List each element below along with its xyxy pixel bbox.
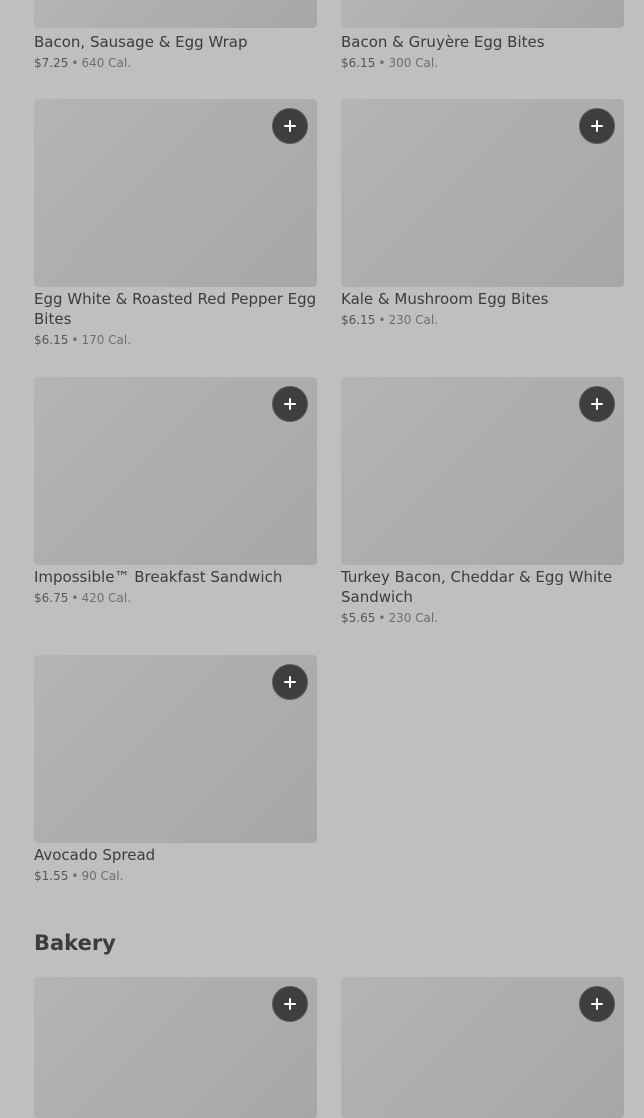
item-meta: $6.15 • 300 Cal. — [341, 55, 624, 71]
item-image[interactable] — [341, 977, 624, 1118]
item-name: Impossible™ Breakfast Sandwich — [34, 568, 283, 586]
plus-icon — [284, 676, 296, 688]
item-image[interactable] — [34, 655, 317, 843]
menu-item-card[interactable]: Impossible™ Breakfast Sandwich $6.75 • 420… — [34, 377, 317, 606]
item-calories: 420 Cal. — [81, 591, 132, 605]
item-meta: $6.15 • 230 Cal. — [341, 312, 624, 328]
separator-dot: • — [378, 611, 386, 625]
menu-item-card[interactable]: Kale & Mushroom Egg Bites $6.15 • 230 Cal. — [341, 99, 624, 328]
plus-icon — [284, 998, 296, 1010]
item-price: $5.65 — [341, 611, 376, 625]
menu-item-card[interactable]: Turkey Bacon, Cheddar & Egg White Sandwi… — [341, 377, 624, 626]
add-item-button[interactable] — [579, 108, 615, 144]
item-price: $6.15 — [34, 333, 69, 347]
menu-item-card[interactable]: Bacon & Gruyère Egg Bites $6.15 • 300 Cal. — [341, 0, 624, 71]
menu-item-card[interactable]: Avocado Spread $1.55 • 90 Cal. — [34, 655, 317, 884]
item-price: $1.55 — [34, 869, 69, 883]
item-calories: 300 Cal. — [388, 56, 439, 70]
item-calories: 640 Cal. — [81, 56, 132, 70]
item-name: Egg White & Roasted Red Pepper Egg Bites — [34, 290, 317, 328]
item-image[interactable] — [341, 377, 624, 565]
item-price: $6.15 — [341, 313, 376, 327]
item-name: Bacon & Gruyère Egg Bites — [341, 33, 545, 51]
item-price: $7.25 — [34, 56, 69, 70]
plus-icon — [284, 398, 296, 410]
item-meta: $6.15 • 170 Cal. — [34, 332, 317, 348]
separator-dot: • — [378, 56, 386, 70]
item-image[interactable] — [34, 99, 317, 287]
separator-dot: • — [71, 591, 79, 605]
menu-item-card[interactable] — [34, 977, 317, 1118]
section-title-bakery: Bakery — [34, 931, 116, 955]
item-image[interactable] — [341, 99, 624, 287]
add-item-button[interactable] — [272, 386, 308, 422]
item-calories: 230 Cal. — [388, 313, 439, 327]
plus-icon — [591, 398, 603, 410]
separator-dot: • — [71, 333, 79, 347]
item-image[interactable] — [34, 0, 317, 28]
item-meta: $7.25 • 640 Cal. — [34, 55, 317, 71]
item-name: Bacon, Sausage & Egg Wrap — [34, 33, 248, 51]
menu-item-card[interactable]: Bacon, Sausage & Egg Wrap $7.25 • 640 Cal. — [34, 0, 317, 71]
item-image[interactable] — [341, 0, 624, 28]
add-item-button[interactable] — [272, 664, 308, 700]
item-price: $6.75 — [34, 591, 69, 605]
item-calories: 230 Cal. — [388, 611, 439, 625]
item-name: Avocado Spread — [34, 846, 156, 864]
add-item-button[interactable] — [272, 986, 308, 1022]
plus-icon — [284, 120, 296, 132]
add-item-button[interactable] — [272, 108, 308, 144]
add-item-button[interactable] — [579, 386, 615, 422]
separator-dot: • — [378, 313, 386, 327]
menu-item-card[interactable] — [341, 977, 624, 1118]
plus-icon — [591, 120, 603, 132]
add-item-button[interactable] — [579, 986, 615, 1022]
item-image[interactable] — [34, 377, 317, 565]
plus-icon — [591, 998, 603, 1010]
item-calories: 90 Cal. — [81, 869, 124, 883]
menu-item-card[interactable]: Egg White & Roasted Red Pepper Egg Bites… — [34, 99, 317, 348]
separator-dot: • — [71, 869, 79, 883]
item-calories: 170 Cal. — [81, 333, 132, 347]
item-name: Kale & Mushroom Egg Bites — [341, 290, 549, 308]
item-name: Turkey Bacon, Cheddar & Egg White Sandwi… — [341, 568, 613, 606]
item-meta: $6.75 • 420 Cal. — [34, 590, 317, 606]
separator-dot: • — [71, 56, 79, 70]
item-meta: $5.65 • 230 Cal. — [341, 610, 624, 626]
item-image[interactable] — [34, 977, 317, 1118]
item-meta: $1.55 • 90 Cal. — [34, 868, 317, 884]
item-price: $6.15 — [341, 56, 376, 70]
